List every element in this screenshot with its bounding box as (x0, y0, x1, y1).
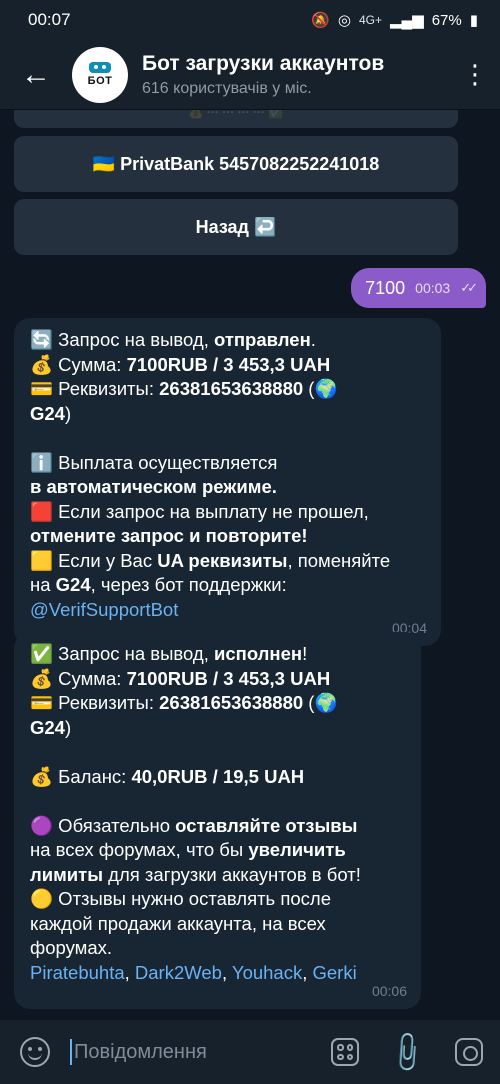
message-line: @VerifSupportBot (30, 598, 427, 623)
message-placeholder: Повідомлення (74, 1040, 207, 1063)
message-line: 🟡 Отзывы нужно оставлять после (30, 888, 331, 909)
chat-title-block[interactable]: Бот загрузки аккаунтов 616 користувачів … (142, 52, 450, 98)
smile-icon (20, 1037, 50, 1067)
message-line: в автоматическом режиме. (30, 476, 277, 497)
message-line: 💰 Сумма: 7100RUB / 3 453,3 UAH (30, 353, 331, 375)
hotspot-icon: ◎ (337, 12, 351, 29)
text-cursor (70, 1039, 72, 1065)
message-line: 💰 Сумма: 7100RUB / 3 453,3 UAH (30, 667, 331, 689)
message-line: G24) (30, 402, 72, 424)
battery-icon: ▮ (469, 12, 478, 29)
message-line: на всех форумах, что бы увеличить (30, 839, 346, 860)
message-line: 🟣 Обязательно оставляйте отзывы (30, 814, 358, 836)
inline-button-partial[interactable]: 💰 ··· ··· ··· ··· ✅ (14, 110, 458, 128)
link-youhack[interactable]: Youhack (232, 962, 302, 983)
message-line: 🔄 Запрос на вывод, отправлен. (30, 329, 316, 350)
message-line: на G24, через бот поддержки: (30, 574, 287, 595)
read-checks-icon: ✓✓ (460, 280, 478, 295)
battery-level: 67% (431, 11, 462, 29)
avatar[interactable]: БОТ (72, 46, 128, 103)
camera-button[interactable] (438, 1038, 500, 1066)
message-time: 00:06 (371, 982, 407, 999)
outgoing-text: 7100 (365, 277, 406, 298)
network-type: 4G+ (358, 13, 382, 27)
paperclip-icon: 📎 (383, 1028, 431, 1076)
chat-subtitle: 616 користувачів у міс. (142, 79, 312, 97)
message-line: форумах. (30, 937, 113, 958)
incoming-message-request-completed[interactable]: ✅ Запрос на вывод, исполнен! 💰 Сумма: 71… (14, 632, 421, 1009)
message-line: 🟨 Если у Вас UA реквизиты, поменяйте (30, 549, 391, 571)
more-menu-icon[interactable]: ⋮ (450, 59, 500, 90)
message-line: лимиты для загрузки аккаунтов в бот! (30, 863, 361, 885)
forum-links: Piratebuhta, Dark2Web, Youhack, Gerki (30, 961, 357, 983)
avatar-text: БОТ (87, 75, 113, 87)
attach-button[interactable]: 📎 (376, 1029, 438, 1076)
camera-icon (455, 1038, 483, 1066)
chat-area[interactable]: 💰 ··· ··· ··· ··· ✅ 🇺🇦 PrivatBank 545708… (0, 110, 500, 1020)
robot-icon (89, 62, 111, 73)
message-time: 00:03 (415, 280, 451, 296)
message-composer: Повідомлення 📎 (0, 1020, 500, 1084)
back-button[interactable]: Назад ↩️ (14, 199, 458, 255)
message-input[interactable]: Повідомлення (70, 1039, 314, 1065)
support-bot-link[interactable]: @VerifSupportBot (30, 599, 178, 620)
mute-icon: 🔕 (311, 12, 330, 29)
status-time: 00:07 (28, 10, 71, 29)
link-gerki[interactable]: Gerki (313, 962, 357, 983)
bot-commands-button[interactable] (314, 1038, 376, 1066)
status-bar: 00:07 🔕 ◎ 4G+ ▂▄▆ 67% ▮ (0, 0, 500, 40)
message-line: 💰 Баланс: 40,0RUB / 19,5 UAH (30, 765, 305, 787)
link-dark2web[interactable]: Dark2Web (135, 962, 222, 983)
back-arrow-icon[interactable]: ← (0, 58, 72, 92)
emoji-button[interactable] (0, 1037, 70, 1067)
incoming-message-request-sent[interactable]: 🔄 Запрос на вывод, отправлен. 💰 Сумма: 7… (14, 318, 441, 646)
status-icons: 🔕 ◎ 4G+ ▂▄▆ 67% ▮ (311, 11, 478, 30)
message-line: каждой продажи аккаунта, на всех (30, 912, 326, 934)
privatbank-button[interactable]: 🇺🇦 PrivatBank 5457082252241018 (14, 136, 458, 192)
link-piratebuhta[interactable]: Piratebuhta (30, 962, 125, 983)
message-line: 🟥 Если запрос на выплату не прошел, (30, 500, 369, 522)
chat-header: ← БОТ Бот загрузки аккаунтов 616 користу… (0, 40, 500, 110)
message-line: G24) (30, 716, 72, 738)
chat-title: Бот загрузки аккаунтов (142, 51, 385, 75)
commands-grid-icon (331, 1038, 359, 1066)
message-line: отмените запрос и повторите! (30, 525, 308, 546)
message-line: ℹ️ Выплата осуществляется (30, 451, 278, 473)
signal-icon: ▂▄▆ (390, 12, 424, 29)
outgoing-message[interactable]: 7100 00:03 ✓✓ (351, 268, 486, 308)
message-line: 💳 Реквизиты: 26381653638880 (🌍 (30, 378, 338, 399)
message-line: ✅ Запрос на вывод, исполнен! (30, 643, 308, 664)
message-line: 💳 Реквизиты: 26381653638880 (🌍 (30, 692, 338, 713)
